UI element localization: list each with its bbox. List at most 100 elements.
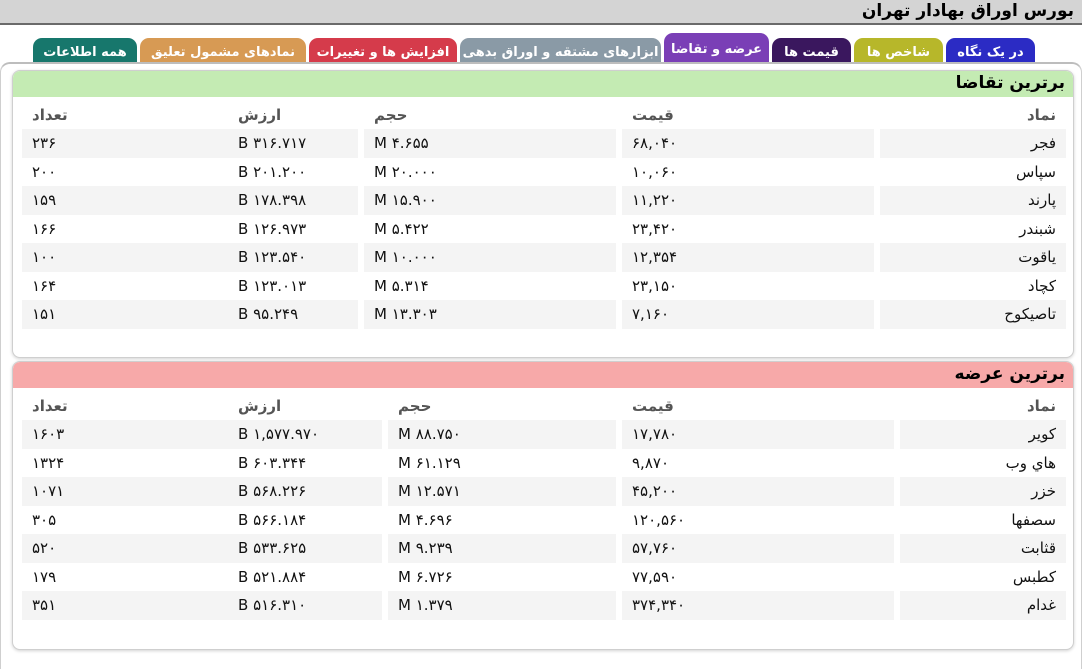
supply-title: برترین عرضه — [954, 364, 1065, 384]
table-row[interactable]: هاي وب ۹,۸۷۰ ۶۱.۱۲۹ M ۶۰۳.۳۴۴ B ۱۳۲۴ — [22, 448, 1066, 477]
volume-cell: ۶.۷۲۶ M — [388, 562, 616, 591]
value-cell: ۱۲۳.۰۱۳ B — [228, 271, 358, 300]
value-cell: ۱۷۸.۳۹۸ B — [228, 186, 358, 215]
volume-cell: ۵.۳۱۴ M — [364, 271, 616, 300]
col-count: تعداد — [32, 106, 68, 124]
value-cell: ۵۶۸.۲۲۶ B — [228, 477, 382, 506]
price-cell: ۷۷,۵۹۰ — [622, 562, 894, 591]
table-row[interactable]: سپاس ۱۰,۰۶۰ ۲۰.۰۰۰ M ۲۰۱.۲۰۰ B ۲۰۰ — [22, 157, 1066, 186]
count-cell: ۱۰۷۱ — [22, 477, 228, 506]
supply-header: برترین عرضه — [13, 362, 1073, 388]
value-cell: ۳۱۶.۷۱۷ B — [228, 129, 358, 158]
value-cell: ۱۲۶.۹۷۳ B — [228, 214, 358, 243]
table-row[interactable]: سصفها ۱۲۰,۵۶۰ ۴.۶۹۶ M ۵۶۶.۱۸۴ B ۳۰۵ — [22, 505, 1066, 534]
count-cell: ۱۶۴ — [22, 271, 228, 300]
table-row[interactable]: خزر ۴۵,۲۰۰ ۱۲.۵۷۱ M ۵۶۸.۲۲۶ B ۱۰۷۱ — [22, 477, 1066, 506]
count-cell: ۱۳۲۴ — [22, 448, 228, 477]
volume-cell: ۴.۶۵۵ M — [364, 129, 616, 158]
volume-cell: ۱.۳۷۹ M — [388, 591, 616, 620]
symbol-cell[interactable]: کچاد — [880, 271, 1066, 300]
col-price: قیمت — [632, 397, 674, 415]
price-cell: ۲۳,۱۵۰ — [622, 271, 874, 300]
volume-cell: ۱۳.۳۰۳ M — [364, 300, 616, 329]
price-cell: ۱۱,۲۲۰ — [622, 186, 874, 215]
symbol-cell[interactable]: یاقوت — [880, 243, 1066, 272]
count-cell: ۳۵۱ — [22, 591, 228, 620]
table-row[interactable]: پارند ۱۱,۲۲۰ ۱۵.۹۰۰ M ۱۷۸.۳۹۸ B ۱۵۹ — [22, 186, 1066, 215]
symbol-cell[interactable]: فجر — [880, 129, 1066, 158]
window-title: بورس اوراق بهادار تهران — [861, 1, 1074, 21]
volume-cell: ۱۵.۹۰۰ M — [364, 186, 616, 215]
title-bar: بورس اوراق بهادار تهران — [0, 0, 1082, 25]
symbol-cell[interactable]: تاصیکوح — [880, 300, 1066, 329]
volume-cell: ۸۸.۷۵۰ M — [388, 420, 616, 449]
table-row[interactable]: فجر ۶۸,۰۴۰ ۴.۶۵۵ M ۳۱۶.۷۱۷ B ۲۳۶ — [22, 129, 1066, 158]
symbol-cell[interactable]: شبندر — [880, 214, 1066, 243]
table-row[interactable]: یاقوت ۱۲,۳۵۴ ۱۰.۰۰۰ M ۱۲۳.۵۴۰ B ۱۰۰ — [22, 243, 1066, 272]
price-cell: ۹,۸۷۰ — [622, 448, 894, 477]
price-cell: ۶۸,۰۴۰ — [622, 129, 874, 158]
price-cell: ۳۷۴,۳۴۰ — [622, 591, 894, 620]
col-value: ارزش — [238, 106, 282, 124]
value-cell: ۱,۵۷۷.۹۷۰ B — [228, 420, 382, 449]
count-cell: ۱۷۹ — [22, 562, 228, 591]
value-cell: ۵۳۳.۶۲۵ B — [228, 534, 382, 563]
value-cell: ۲۰۱.۲۰۰ B — [228, 157, 358, 186]
col-count: تعداد — [32, 397, 68, 415]
symbol-cell[interactable]: سصفها — [900, 505, 1066, 534]
col-price: قیمت — [632, 106, 674, 124]
price-cell: ۲۳,۴۲۰ — [622, 214, 874, 243]
col-volume: حجم — [398, 397, 432, 415]
value-cell: ۹۵.۲۴۹ B — [228, 300, 358, 329]
value-cell: ۵۶۶.۱۸۴ B — [228, 505, 382, 534]
demand-table: نماد قیمت حجم ارزش تعداد فجر ۶۸,۰۴۰ ۴.۶۵۵ … — [22, 101, 1066, 329]
volume-cell: ۱۲.۵۷۱ M — [388, 477, 616, 506]
table-row[interactable]: قثابت ۵۷,۷۶۰ ۹.۲۳۹ M ۵۳۳.۶۲۵ B ۵۲۰ — [22, 534, 1066, 563]
price-cell: ۱۰,۰۶۰ — [622, 157, 874, 186]
price-cell: ۴۵,۲۰۰ — [622, 477, 894, 506]
table-row[interactable]: کچاد ۲۳,۱۵۰ ۵.۳۱۴ M ۱۲۳.۰۱۳ B ۱۶۴ — [22, 271, 1066, 300]
price-cell: ۱۷,۷۸۰ — [622, 420, 894, 449]
volume-cell: ۵.۴۲۲ M — [364, 214, 616, 243]
symbol-cell[interactable]: کطبس — [900, 562, 1066, 591]
symbol-cell[interactable]: سپاس — [880, 157, 1066, 186]
demand-header: برترین تقاضا — [13, 71, 1073, 97]
price-cell: ۷,۱۶۰ — [622, 300, 874, 329]
symbol-cell[interactable]: کویر — [900, 420, 1066, 449]
symbol-cell[interactable]: قثابت — [900, 534, 1066, 563]
count-cell: ۱۰۰ — [22, 243, 228, 272]
demand-section: برترین تقاضا نماد قیمت حجم ارزش تعداد فج… — [12, 70, 1074, 358]
demand-header-row: نماد قیمت حجم ارزش تعداد — [22, 101, 1066, 129]
count-cell: ۱۵۹ — [22, 186, 228, 215]
volume-cell: ۶۱.۱۲۹ M — [388, 448, 616, 477]
table-row[interactable]: غدام ۳۷۴,۳۴۰ ۱.۳۷۹ M ۵۱۶.۳۱۰ B ۳۵۱ — [22, 591, 1066, 620]
col-volume: حجم — [374, 106, 408, 124]
volume-cell: ۹.۲۳۹ M — [388, 534, 616, 563]
count-cell: ۳۰۵ — [22, 505, 228, 534]
volume-cell: ۲۰.۰۰۰ M — [364, 157, 616, 186]
symbol-cell[interactable]: خزر — [900, 477, 1066, 506]
value-cell: ۱۲۳.۵۴۰ B — [228, 243, 358, 272]
supply-table: نماد قیمت حجم ارزش تعداد کویر ۱۷,۷۸۰ ۸۸.۷۵… — [22, 392, 1066, 620]
table-row[interactable]: کطبس ۷۷,۵۹۰ ۶.۷۲۶ M ۵۲۱.۸۸۴ B ۱۷۹ — [22, 562, 1066, 591]
demand-title: برترین تقاضا — [955, 73, 1065, 93]
symbol-cell[interactable]: هاي وب — [900, 448, 1066, 477]
col-symbol: نماد — [1026, 397, 1056, 415]
volume-cell: ۴.۶۹۶ M — [388, 505, 616, 534]
value-cell: ۶۰۳.۳۴۴ B — [228, 448, 382, 477]
price-cell: ۱۲۰,۵۶۰ — [622, 505, 894, 534]
count-cell: ۱۵۱ — [22, 300, 228, 329]
table-row[interactable]: شبندر ۲۳,۴۲۰ ۵.۴۲۲ M ۱۲۶.۹۷۳ B ۱۶۶ — [22, 214, 1066, 243]
symbol-cell[interactable]: پارند — [880, 186, 1066, 215]
col-symbol: نماد — [1026, 106, 1056, 124]
count-cell: ۱۶۶ — [22, 214, 228, 243]
count-cell: ۲۳۶ — [22, 129, 228, 158]
volume-cell: ۱۰.۰۰۰ M — [364, 243, 616, 272]
symbol-cell[interactable]: غدام — [900, 591, 1066, 620]
table-row[interactable]: تاصیکوح ۷,۱۶۰ ۱۳.۳۰۳ M ۹۵.۲۴۹ B ۱۵۱ — [22, 300, 1066, 329]
table-row[interactable]: کویر ۱۷,۷۸۰ ۸۸.۷۵۰ M ۱,۵۷۷.۹۷۰ B ۱۶۰۳ — [22, 420, 1066, 449]
value-cell: ۵۱۶.۳۱۰ B — [228, 591, 382, 620]
price-cell: ۱۲,۳۵۴ — [622, 243, 874, 272]
count-cell: ۱۶۰۳ — [22, 420, 228, 449]
supply-header-row: نماد قیمت حجم ارزش تعداد — [22, 392, 1066, 420]
